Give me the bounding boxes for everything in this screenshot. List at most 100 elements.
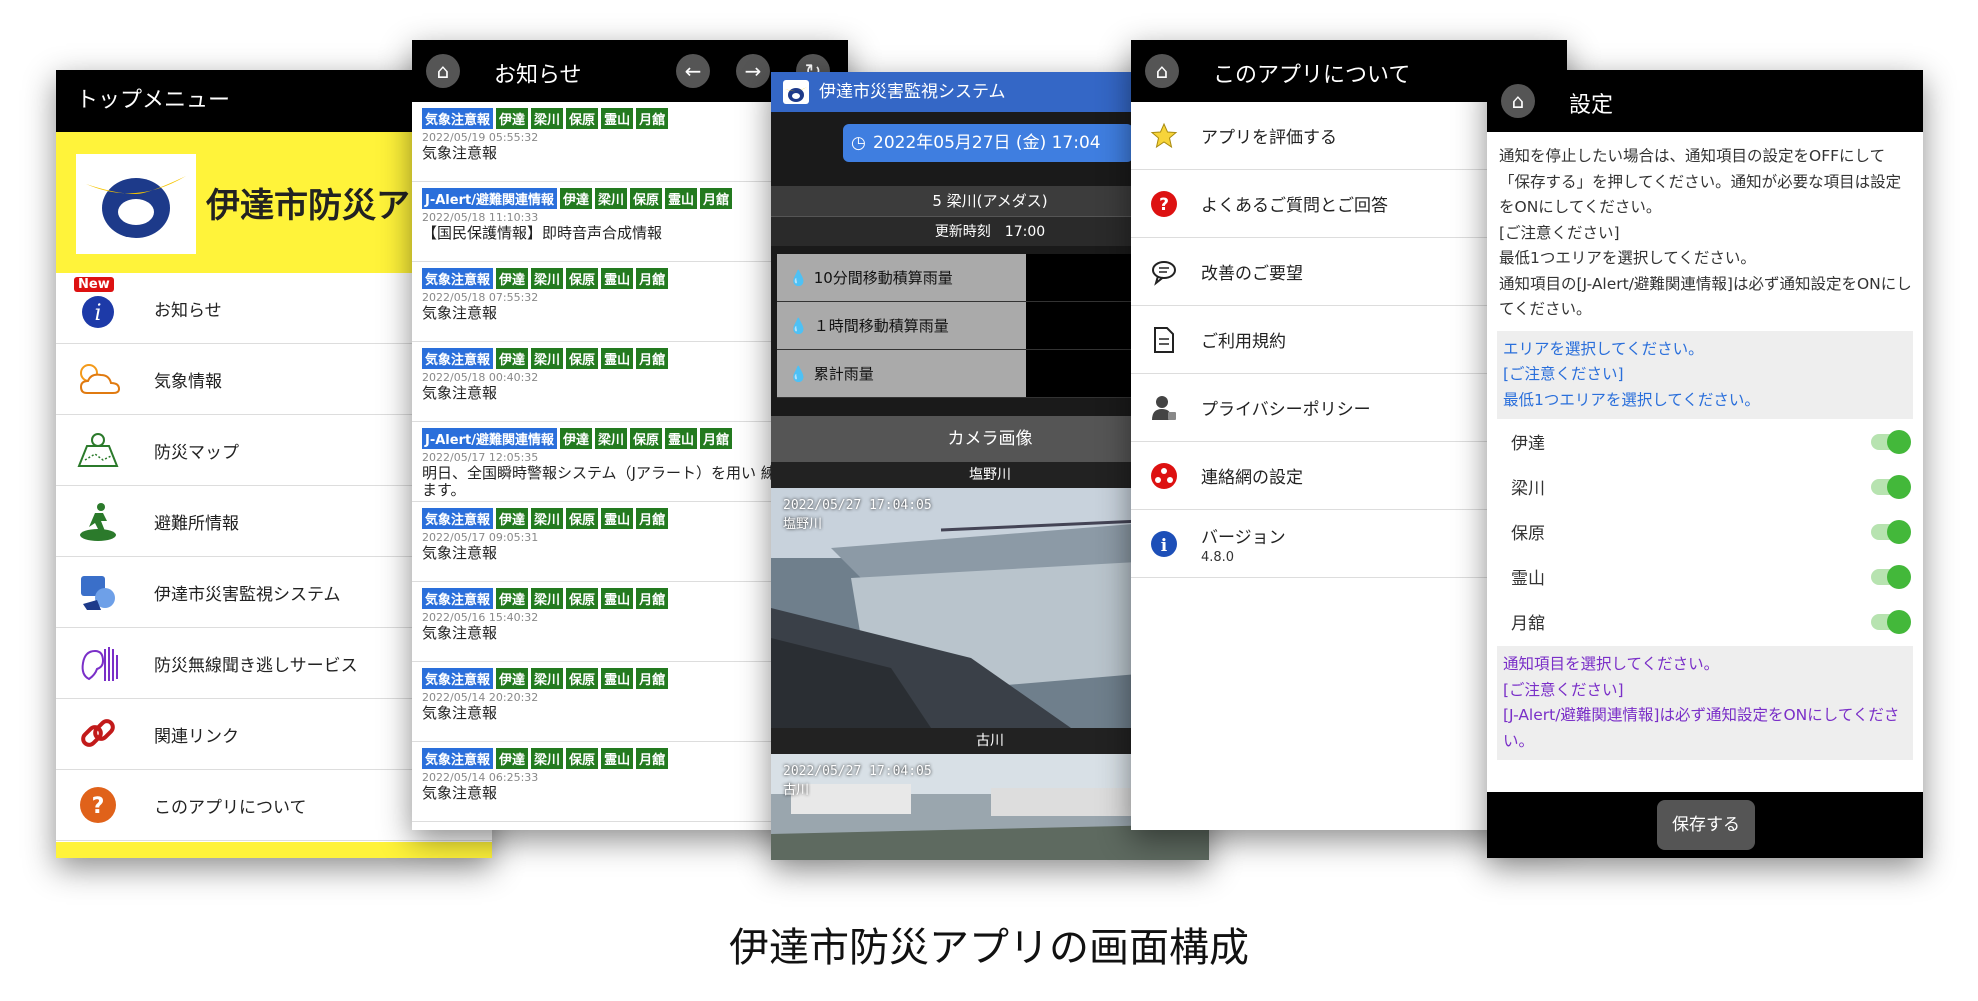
- area-label: 伊達: [1511, 434, 1545, 454]
- category-tag: 気象注意報: [422, 108, 494, 129]
- new-badge: New: [74, 277, 114, 292]
- category-tag: 気象注意報: [422, 348, 494, 369]
- back-arrow-icon[interactable]: ←: [676, 54, 710, 88]
- area-toggle[interactable]: [1871, 519, 1911, 544]
- area-label: 月舘: [1511, 614, 1545, 634]
- contact-icon: [1149, 461, 1179, 491]
- settings-intro: 通知を停止したい場合は、通知項目の設定をOFFにして「保存する」を押してください…: [1499, 147, 1912, 318]
- document-icon: [1149, 325, 1179, 355]
- date-selector[interactable]: ◷ 2022年05月27日 (金) 17:04: [843, 124, 1133, 162]
- area-tag: 月舘: [636, 748, 669, 769]
- svg-text:?: ?: [1159, 195, 1169, 215]
- menu-label: 気象情報: [154, 371, 222, 392]
- area-tag: 伊達: [496, 108, 529, 129]
- area-tag: 月舘: [700, 188, 733, 209]
- area-tag: 伊達: [496, 668, 529, 689]
- area-tag: 保原: [566, 508, 599, 529]
- category-tag: 気象注意報: [422, 268, 494, 289]
- area-tag: 伊達: [559, 428, 592, 449]
- area-toggle-row: 保原: [1487, 509, 1923, 554]
- area-tag: 月舘: [636, 508, 669, 529]
- question-icon: ?: [1149, 189, 1179, 219]
- city-logo: [76, 154, 196, 254]
- area-tag: 梁川: [594, 428, 627, 449]
- area-tag: 保原: [566, 668, 599, 689]
- version-number: 4.8.0: [1201, 549, 1235, 565]
- camera-timestamp: 2022/05/27 17:04:05 塩野川: [783, 498, 932, 532]
- area-toggle[interactable]: [1871, 564, 1911, 589]
- menu-label: 避難所情報: [154, 513, 239, 534]
- area-tag: 伊達: [496, 588, 529, 609]
- area-tag: 梁川: [531, 108, 564, 129]
- raindrop-icon: 💧: [789, 268, 808, 287]
- area-tag: 霊山: [601, 748, 634, 769]
- area-tag: 梁川: [531, 588, 564, 609]
- area-tag: 月舘: [636, 348, 669, 369]
- area-tag: 保原: [629, 428, 662, 449]
- rain-label: 💧 累計雨量: [777, 350, 1026, 397]
- privacy-icon: [1149, 393, 1179, 423]
- figure: トップメニュー 伊達市防災ア i New お知らせ 気象情報 防災マップ 避難所…: [0, 0, 1978, 1001]
- settings-header: ⌂ 設定: [1487, 70, 1923, 132]
- monitor-title: 伊達市災害監視システム: [819, 82, 1006, 102]
- link-icon: [68, 709, 128, 759]
- version-label: バージョン: [1201, 527, 1286, 548]
- area-tag: 霊山: [601, 348, 634, 369]
- city-logo-small: [783, 80, 809, 104]
- chat-icon: [1149, 257, 1179, 287]
- area-tag: 霊山: [601, 588, 634, 609]
- area-toggle-row: 月舘: [1487, 599, 1923, 644]
- notices-title: お知らせ: [494, 63, 582, 88]
- area-tag: 梁川: [594, 188, 627, 209]
- home-icon[interactable]: ⌂: [1145, 54, 1179, 88]
- home-icon[interactable]: ⌂: [1501, 84, 1535, 118]
- area-tag: 保原: [629, 188, 662, 209]
- area-tag: 伊達: [559, 188, 592, 209]
- evacuation-icon: [68, 496, 128, 546]
- save-button[interactable]: 保存する: [1657, 800, 1755, 850]
- area-info: エリアを選択してください。 [ご注意ください] 最低1つエリアを選択してください…: [1497, 330, 1913, 419]
- area-label: 霊山: [1511, 569, 1545, 589]
- area-toggle[interactable]: [1871, 609, 1911, 634]
- info-icon: i: [1149, 529, 1179, 559]
- area-tag: 保原: [566, 588, 599, 609]
- category-tag: 気象注意報: [422, 508, 494, 529]
- home-icon[interactable]: ⌂: [426, 54, 460, 88]
- area-toggle-row: 伊達: [1487, 419, 1923, 464]
- menu-label: このアプリについて: [154, 797, 307, 818]
- app-title: 伊達市防災ア: [206, 186, 410, 226]
- area-toggle-row: 霊山: [1487, 554, 1923, 599]
- area-tag: 梁川: [531, 348, 564, 369]
- area-tag: 月舘: [636, 668, 669, 689]
- ear-icon: [68, 638, 128, 688]
- figure-caption: 伊達市防災アプリの画面構成: [729, 925, 1249, 971]
- category-tag: 気象注意報: [422, 668, 494, 689]
- area-tag: 月舘: [636, 588, 669, 609]
- svg-text:i: i: [1161, 536, 1168, 556]
- settings-title: 設定: [1569, 93, 1614, 118]
- category-tag: 気象注意報: [422, 748, 494, 769]
- area-toggle[interactable]: [1871, 429, 1911, 454]
- area-toggle[interactable]: [1871, 474, 1911, 499]
- raindrop-icon: 💧: [789, 364, 808, 383]
- area-tag: 梁川: [531, 748, 564, 769]
- area-tag: 梁川: [531, 268, 564, 289]
- category-tag: J-Alert/避難関連情報: [422, 428, 557, 449]
- svg-text:i: i: [94, 301, 101, 326]
- star-icon: [1149, 121, 1179, 151]
- clock-icon: ◷: [851, 133, 866, 153]
- forward-arrow-icon[interactable]: →: [736, 54, 770, 88]
- area-tag: 月舘: [700, 428, 733, 449]
- area-tag: 月舘: [636, 108, 669, 129]
- area-tag: 伊達: [496, 348, 529, 369]
- area-list: 伊達梁川 保原霊山月舘: [1487, 419, 1923, 644]
- footer-strip: [56, 842, 492, 858]
- menu-label: お知らせ: [154, 300, 222, 321]
- menu-label: 防災マップ: [154, 442, 239, 463]
- area-tag: 霊山: [665, 428, 698, 449]
- area-tag: 霊山: [665, 188, 698, 209]
- category-tag: J-Alert/避難関連情報: [422, 188, 557, 209]
- area-toggle-row: 梁川: [1487, 464, 1923, 509]
- rain-label: 💧 １時間移動積算雨量: [777, 302, 1026, 349]
- raindrop-icon: 💧: [789, 316, 808, 335]
